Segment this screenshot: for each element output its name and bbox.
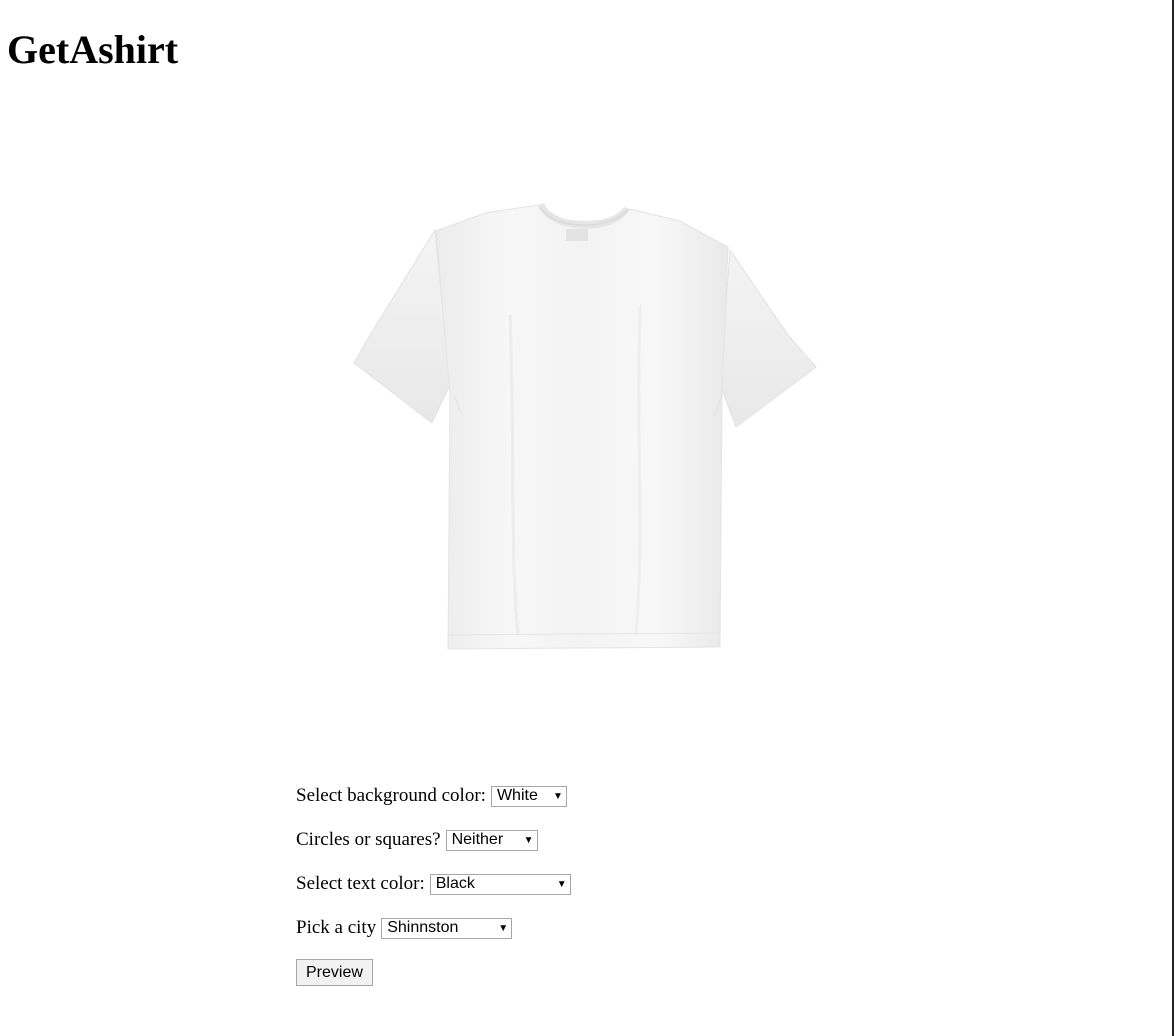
tshirt-preview-image [340,195,830,665]
text-color-select[interactable]: Black ▼ [429,873,571,895]
city-value: Shinnston [387,919,459,936]
shapes-row: Circles or squares? Neither ▼ [296,828,571,852]
chevron-down-icon: ▼ [498,922,509,934]
background-color-select[interactable]: White ▼ [490,785,567,807]
preview-button-row: Preview [296,958,571,986]
shirt-options-form: Select background color: White ▼ Circles… [296,784,571,1004]
background-color-value: White [496,787,538,804]
chevron-down-icon: ▼ [552,790,563,802]
city-select[interactable]: Shinnston ▼ [381,917,513,939]
chevron-down-icon: ▼ [523,834,534,846]
text-color-row: Select text color: Black ▼ [296,872,571,896]
preview-button[interactable]: Preview [296,958,373,986]
page: GetAshirt Select background color: White… [0,0,1174,1036]
city-label: Pick a city [296,917,377,938]
shapes-label: Circles or squares? [296,829,441,850]
background-color-row: Select background color: White ▼ [296,784,571,808]
page-title: GetAshirt [7,27,179,72]
city-row: Pick a city Shinnston ▼ [296,916,571,940]
shapes-select[interactable]: Neither ▼ [445,829,538,851]
shapes-value: Neither [451,831,504,848]
background-color-label: Select background color: [296,785,486,806]
text-color-value: Black [435,875,475,892]
chevron-down-icon: ▼ [556,878,567,890]
text-color-label: Select text color: [296,873,425,894]
